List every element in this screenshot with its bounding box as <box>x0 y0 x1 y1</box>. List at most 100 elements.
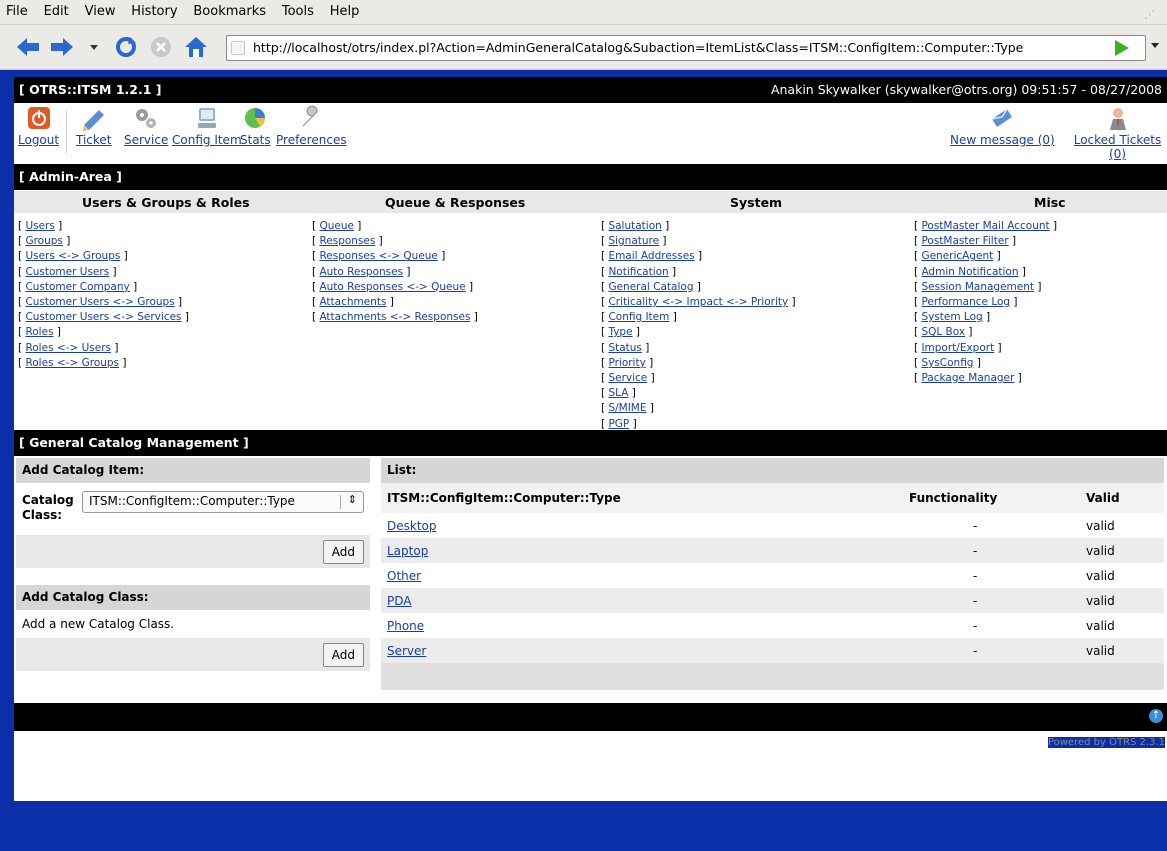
queue-admin-link[interactable]: Attachments <box>319 296 386 308</box>
misc-admin-link[interactable]: SysConfig <box>921 357 973 369</box>
system-admin-link[interactable]: PGP <box>608 418 629 430</box>
table-row: PDA - valid <box>381 588 1164 613</box>
system-admin-link[interactable]: Criticality <-> Impact <-> Priority <box>608 296 788 308</box>
misc-admin-link[interactable]: GenericAgent <box>921 250 993 262</box>
add-item-button[interactable]: Add <box>322 540 364 564</box>
preferences-link[interactable]: Preferences <box>276 133 347 147</box>
system-admin-link[interactable]: Notification <box>608 266 668 278</box>
users-admin-link[interactable]: Customer Users <-> Groups <box>25 296 174 308</box>
url-text[interactable]: http://localhost/otrs/index.pl?Action=Ad… <box>253 40 1023 55</box>
system-admin-link[interactable]: SLA <box>608 387 628 399</box>
system-admin-link[interactable]: Status <box>608 342 641 354</box>
admin-link-item: [ General Catalog ] <box>601 280 796 295</box>
url-dropdown[interactable] <box>1151 43 1159 48</box>
menu-file[interactable]: File <box>0 0 34 19</box>
admin-link-item: [ Customer Users <-> Groups ] <box>18 295 189 310</box>
service-tool[interactable]: Service <box>124 105 168 147</box>
reload-button[interactable] <box>112 33 140 61</box>
catalog-item-link[interactable]: PDA <box>387 594 411 608</box>
admin-link-item: [ SysConfig ] <box>914 356 1057 371</box>
new-message-link[interactable]: New message (0) <box>950 133 1055 147</box>
table-row: Other - valid <box>381 563 1164 588</box>
menu-view[interactable]: View <box>79 0 122 19</box>
users-admin-link[interactable]: Customer Company <box>25 281 129 293</box>
stop-button[interactable] <box>147 33 175 61</box>
catalog-class-value: ITSM::ConfigItem::Computer::Type <box>89 494 295 508</box>
ticket-link[interactable]: Ticket <box>76 133 112 147</box>
catalog-class-label: Catalog Class: <box>22 493 74 522</box>
config-item-tool[interactable]: Config Item <box>172 105 242 147</box>
back-button[interactable] <box>14 33 42 61</box>
config-item-link[interactable]: Config Item <box>172 133 242 147</box>
misc-admin-link[interactable]: Import/Export <box>921 342 994 354</box>
arrow-up-icon[interactable]: ↑ <box>1149 709 1163 723</box>
users-admin-link[interactable]: Roles <-> Users <box>25 342 111 354</box>
stats-link[interactable]: Stats <box>240 133 271 147</box>
catalog-item-link[interactable]: Phone <box>387 619 424 633</box>
forward-button[interactable] <box>48 33 76 61</box>
misc-admin-link[interactable]: Performance Log <box>921 296 1010 308</box>
logout-link[interactable]: Logout <box>18 133 59 147</box>
catalog-item-link[interactable]: Other <box>387 569 421 583</box>
system-admin-link[interactable]: Service <box>608 372 647 384</box>
locked-tickets-link[interactable]: Locked Tickets (0) <box>1068 133 1167 161</box>
menu-tools[interactable]: Tools <box>276 0 320 19</box>
users-admin-link[interactable]: Groups <box>25 235 62 247</box>
misc-admin-link[interactable]: Session Management <box>921 281 1034 293</box>
system-admin-link[interactable]: Type <box>608 326 632 338</box>
menu-edit[interactable]: Edit <box>38 0 75 19</box>
add-class-button[interactable]: Add <box>322 643 364 667</box>
menu-bookmarks[interactable]: Bookmarks <box>187 0 272 19</box>
bracket-close: ] <box>403 265 411 278</box>
system-admin-link[interactable]: General Catalog <box>608 281 693 293</box>
system-admin-link[interactable]: Priority <box>608 357 645 369</box>
service-link[interactable]: Service <box>124 133 168 147</box>
admin-link-item: [ Groups ] <box>18 234 189 249</box>
system-admin-link[interactable]: S/MIME <box>608 402 646 414</box>
cell-name: Other <box>381 563 903 588</box>
bracket-close: ] <box>1034 280 1042 293</box>
system-admin-link[interactable]: Salutation <box>608 220 661 232</box>
preferences-tool[interactable]: Preferences <box>276 105 347 147</box>
locked-tickets-tool[interactable]: Locked Tickets (0) <box>1068 105 1167 161</box>
url-bar[interactable]: http://localhost/otrs/index.pl?Action=Ad… <box>226 35 1146 61</box>
panel-spacer <box>16 568 370 585</box>
browser-menubar: File Edit View History Bookmarks Tools H… <box>0 0 1167 25</box>
misc-admin-link[interactable]: Package Manager <box>921 372 1014 384</box>
ticket-tool[interactable]: Ticket <box>76 105 112 147</box>
queue-admin-link[interactable]: Auto Responses <-> Queue <box>319 281 465 293</box>
new-message-tool[interactable]: New message (0) <box>950 105 1055 147</box>
logout-tool[interactable]: Logout <box>18 105 59 147</box>
system-admin-link[interactable]: Email Addresses <box>608 250 694 262</box>
misc-admin-link[interactable]: SQL Box <box>921 326 965 338</box>
queue-admin-link[interactable]: Auto Responses <box>319 266 403 278</box>
menu-history[interactable]: History <box>125 0 183 19</box>
misc-admin-link[interactable]: System Log <box>921 311 982 323</box>
menu-help[interactable]: Help <box>324 0 366 19</box>
catalog-item-link[interactable]: Desktop <box>387 519 437 533</box>
system-admin-link[interactable]: Signature <box>608 235 659 247</box>
users-admin-link[interactable]: Roles <box>25 326 53 338</box>
catalog-item-link[interactable]: Server <box>387 644 426 658</box>
queue-admin-link[interactable]: Responses <-> Queue <box>319 250 437 262</box>
users-admin-link[interactable]: Users <-> Groups <box>25 250 120 262</box>
catalog-item-link[interactable]: Laptop <box>387 544 428 558</box>
users-admin-link[interactable]: Customer Users <-> Services <box>25 311 181 323</box>
bracket-close: ] <box>375 235 383 248</box>
misc-admin-link[interactable]: PostMaster Mail Account <box>921 220 1049 232</box>
users-admin-link[interactable]: Customer Users <box>25 266 109 278</box>
misc-admin-link[interactable]: Admin Notification <box>921 266 1018 278</box>
queue-admin-link[interactable]: Responses <box>319 235 375 247</box>
history-dropdown[interactable] <box>80 33 108 61</box>
cell-functionality: - <box>903 613 1080 638</box>
users-admin-link[interactable]: Roles <-> Groups <box>25 357 119 369</box>
queue-admin-link[interactable]: Queue <box>319 220 354 232</box>
home-button[interactable] <box>182 33 210 61</box>
users-admin-link[interactable]: Users <box>25 220 54 232</box>
queue-admin-link[interactable]: Attachments <-> Responses <box>319 311 470 323</box>
misc-admin-link[interactable]: PostMaster Filter <box>921 235 1008 247</box>
catalog-class-select[interactable]: ITSM::ConfigItem::Computer::Type ⇕ <box>82 491 364 513</box>
go-button[interactable] <box>1115 40 1129 56</box>
system-admin-link[interactable]: Config Item <box>608 311 669 323</box>
stats-tool[interactable]: Stats <box>240 105 271 147</box>
